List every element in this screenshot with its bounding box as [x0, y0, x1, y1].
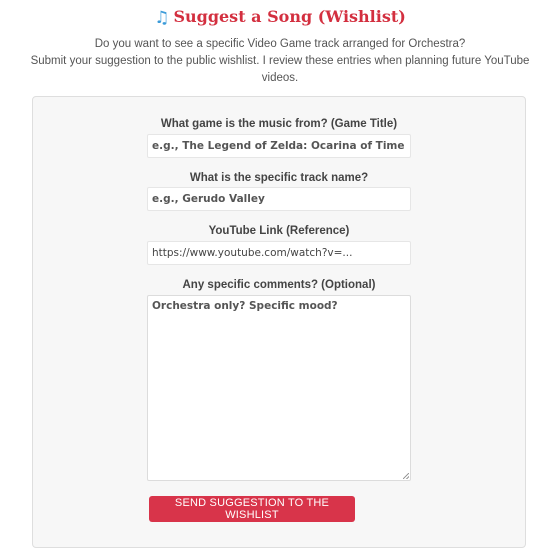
intro-text: Do you want to see a specific Video Game… [26, 36, 534, 87]
send-suggestion-button[interactable]: SEND SUGGESTION TO THE WISHLIST [149, 496, 355, 522]
suggestion-form: What game is the music from? (Game Title… [32, 96, 526, 548]
page-title: ♫ Suggest a Song (Wishlist) [0, 6, 560, 29]
game-title-label: What game is the music from? (Game Title… [160, 118, 398, 130]
page-title-text: Suggest a Song (Wishlist) [173, 7, 406, 26]
page: ♫ Suggest a Song (Wishlist) Do you want t… [0, 0, 560, 560]
track-name-label: What is the specific track name? [189, 172, 369, 184]
intro-line-1: Do you want to see a specific Video Game… [94, 38, 466, 50]
comments-textarea[interactable] [147, 295, 411, 481]
music-note-icon: ♫ [154, 8, 170, 28]
comments-label: Any specific comments? (Optional) [182, 279, 376, 291]
track-name-input[interactable] [147, 187, 411, 211]
textarea-resize-handle[interactable] [403, 473, 409, 479]
game-title-input[interactable] [147, 134, 411, 158]
intro-line-2: Submit your suggestion to the public wis… [30, 55, 530, 84]
youtube-link-input[interactable] [147, 241, 411, 265]
youtube-link-label: YouTube Link (Reference) [208, 225, 350, 237]
